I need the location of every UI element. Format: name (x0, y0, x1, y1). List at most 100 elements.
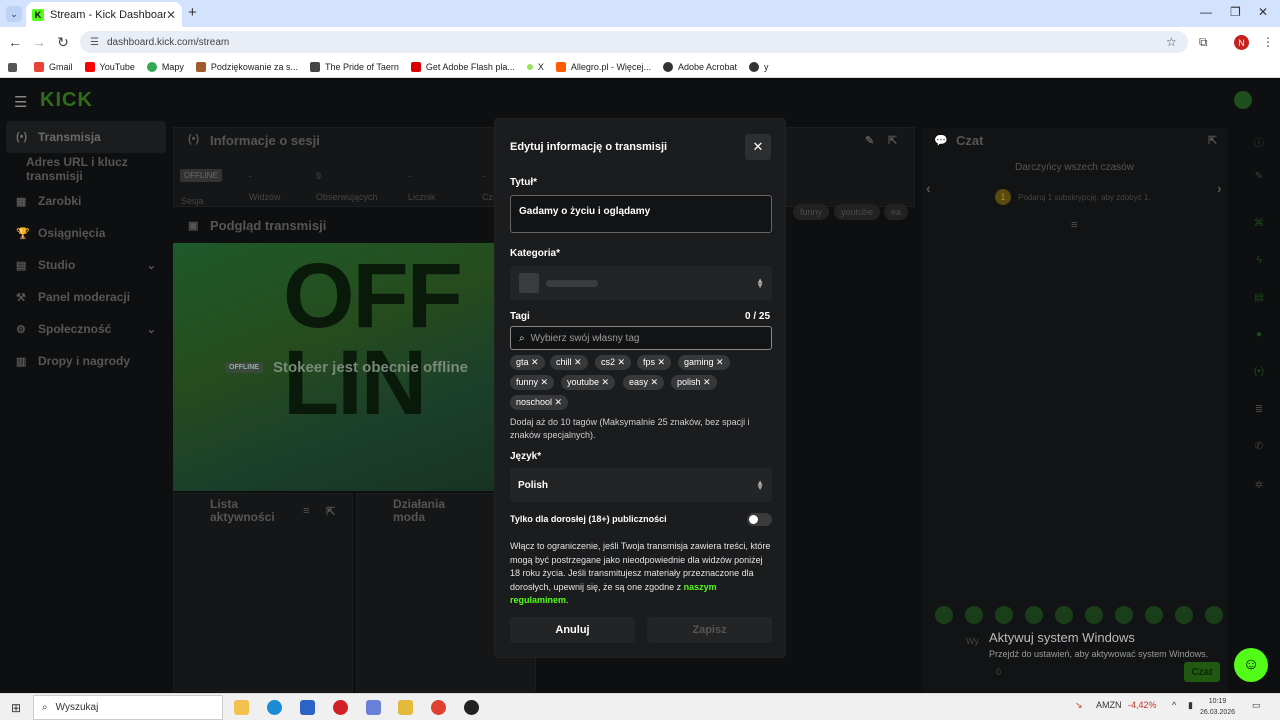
tool-icon[interactable]: ⌘ (1250, 218, 1268, 236)
stock-ticker[interactable]: AMZN (1096, 700, 1122, 710)
layers-icon[interactable]: ≣ (1250, 404, 1268, 422)
popout-icon[interactable]: ⇱ (326, 505, 335, 518)
popout-icon[interactable]: ⇱ (888, 134, 897, 147)
tag-chip[interactable]: easy ✕ (623, 375, 665, 390)
store-icon[interactable] (300, 700, 315, 715)
chat-input[interactable]: Wy (966, 636, 979, 646)
emote-icon[interactable] (995, 606, 1013, 624)
tag-chip[interactable]: funny ✕ (510, 375, 555, 390)
tray-chevron-icon[interactable]: ^ (1172, 700, 1176, 710)
bookmark-mapy[interactable]: Mapy (146, 62, 184, 72)
settings-icon[interactable]: ✲ (1250, 480, 1268, 498)
sidebar-item-studio[interactable]: ▤ Studio ⌄ (6, 249, 166, 281)
bookmark-youtube[interactable]: YouTube (84, 62, 135, 72)
tag-chip[interactable]: cs2 ✕ (595, 355, 632, 370)
bookmark-x[interactable]: X (526, 62, 544, 72)
bookmark-acrobat[interactable]: Adobe Acrobat (662, 62, 737, 72)
extensions-icon[interactable]: ⧉ (1199, 35, 1208, 50)
emote-icon[interactable] (1175, 606, 1193, 624)
app-icon[interactable] (333, 700, 348, 715)
chat-send-button[interactable]: Czat (1184, 662, 1220, 682)
kick-logo[interactable]: KICK (40, 89, 93, 112)
filter-icon[interactable]: ≡ (1071, 219, 1077, 231)
close-icon[interactable]: ✕ (745, 134, 771, 160)
chat-bubble-icon[interactable]: ● (1250, 329, 1268, 347)
bookmark-taern[interactable]: The Pride of Taern (309, 62, 399, 72)
emote-icon[interactable] (935, 606, 953, 624)
emote-icon[interactable] (965, 606, 983, 624)
chevron-left-icon[interactable]: ‹ (926, 180, 931, 196)
tab-close-icon[interactable]: ✕ (166, 8, 176, 22)
windows-start-icon[interactable]: ⊞ (11, 701, 21, 715)
tag-chip[interactable]: gaming ✕ (678, 355, 730, 370)
clock[interactable]: 10:19 26.03.2026 (1200, 696, 1235, 718)
user-avatar[interactable] (1234, 91, 1252, 109)
profile-avatar[interactable]: N (1234, 35, 1249, 50)
tag-chip[interactable]: chill ✕ (550, 355, 588, 370)
category-select[interactable]: ▲ ▼ (510, 266, 772, 300)
tab-search-icon[interactable]: ⌄ (6, 6, 22, 22)
file-explorer-icon[interactable] (234, 700, 249, 715)
emote-icon[interactable] (1025, 606, 1043, 624)
site-info-icon[interactable]: ☰ (90, 37, 99, 48)
sidebar-item-dropy[interactable]: ▥ Dropy i nagrody (6, 345, 166, 377)
browser-tab[interactable]: K Stream - Kick Dashboard ✕ (26, 2, 182, 27)
sidebar-item-zarobki[interactable]: ▦ Zarobki (6, 185, 166, 217)
pencil-icon[interactable]: ✎ (1250, 171, 1268, 189)
back-icon[interactable]: ← (3, 34, 27, 50)
sidebar-item-stream-key[interactable]: Adres URL i klucz transmisji (16, 153, 176, 185)
new-tab-icon[interactable]: + (188, 4, 197, 21)
notifications-icon[interactable]: ▭ (1252, 700, 1261, 711)
menu-icon[interactable]: ⋮ (1262, 35, 1274, 49)
hamburger-icon[interactable]: ☰ (14, 93, 27, 111)
chevron-right-icon[interactable]: › (1217, 180, 1222, 196)
minimize-icon[interactable]: — (1200, 5, 1212, 19)
close-window-icon[interactable]: ✕ (1258, 5, 1268, 19)
save-button[interactable]: Zapisz (647, 617, 772, 643)
bookmark-adobe-flash[interactable]: Get Adobe Flash pla... (410, 62, 515, 72)
sidebar-item-spolecznosc[interactable]: ⚙ Społeczność ⌄ (6, 313, 166, 345)
app-icon[interactable] (464, 700, 479, 715)
bookmark-gmail[interactable]: Gmail (34, 62, 73, 72)
emote-icon[interactable] (1115, 606, 1133, 624)
emote-icon[interactable] (1085, 606, 1103, 624)
emote-icon[interactable] (1145, 606, 1163, 624)
tag-chip[interactable]: noschool ✕ (510, 395, 569, 410)
sidebar-item-panel-moderacji[interactable]: ⚒ Panel moderacji (6, 281, 166, 313)
chrome-icon[interactable] (431, 700, 446, 715)
filter-icon[interactable]: ≡ (303, 505, 309, 517)
help-icon[interactable]: ☺ (1234, 648, 1268, 682)
app-icon[interactable] (366, 700, 381, 715)
cancel-button[interactable]: Anuluj (510, 617, 635, 643)
apps-icon[interactable] (8, 62, 22, 72)
taskbar-search[interactable]: ⌕ Wyszukaj (33, 695, 223, 720)
adult-only-toggle[interactable] (747, 513, 772, 526)
bookmark-allegro[interactable]: Allegro.pl - Więcej... (555, 62, 651, 72)
tag-chip[interactable]: fps ✕ (637, 355, 672, 370)
popout-icon[interactable]: ⇱ (1208, 134, 1217, 147)
sidebar-item-transmisja[interactable]: (•) Transmisja (6, 121, 166, 153)
wrench-icon[interactable]: ✆ (1250, 441, 1268, 459)
edge-icon[interactable] (267, 700, 282, 715)
bolt-icon[interactable]: ϟ (1250, 255, 1268, 273)
tag-chip[interactable]: youtube ✕ (561, 375, 616, 390)
list-icon[interactable]: ▤ (1250, 292, 1268, 310)
reload-icon[interactable]: ↻ (51, 34, 75, 51)
forward-icon[interactable]: → (27, 34, 51, 50)
tag-chip[interactable]: polish ✕ (671, 375, 717, 390)
stream-preview[interactable]: OFF LIN OFFLINE Stokeer jest obecnie offl… (173, 243, 495, 491)
mic-icon[interactable]: ▮ (1188, 700, 1193, 711)
sidebar-item-osiagniecia[interactable]: 🏆 Osiągnięcia (6, 217, 166, 249)
info-icon[interactable]: ⓘ (1250, 134, 1268, 152)
broadcast-icon[interactable]: (•) (1250, 366, 1268, 384)
title-input[interactable]: Gadamy o życiu i oglądamy (510, 195, 772, 233)
bookmark-podziekowanie[interactable]: Podziękowanie za s... (195, 62, 298, 72)
emote-icon[interactable] (1205, 606, 1223, 624)
emote-icon[interactable] (1055, 606, 1073, 624)
app-icon[interactable] (398, 700, 413, 715)
language-select[interactable]: Polish ▲ ▼ (510, 468, 772, 502)
edit-icon[interactable]: ✎ (865, 134, 874, 147)
bookmark-star-icon[interactable]: ☆ (1166, 35, 1177, 49)
tag-search-input[interactable]: ⌕ Wybierz swój własny tag (510, 326, 772, 350)
address-bar[interactable]: ☰ dashboard.kick.com/stream (80, 31, 1188, 53)
